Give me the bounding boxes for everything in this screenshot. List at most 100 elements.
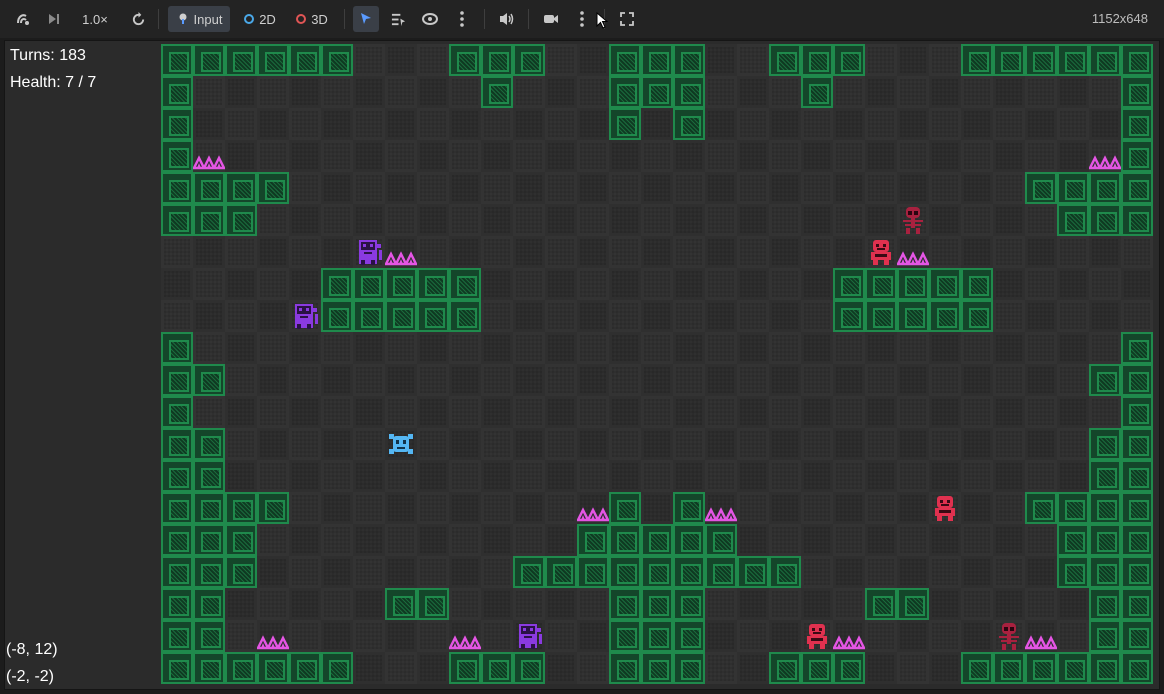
camera-override-icon[interactable] <box>538 6 564 32</box>
floor-tile <box>897 76 929 108</box>
floor-tile <box>289 268 321 300</box>
floor-tile <box>1057 396 1089 428</box>
mode-2d-label: 2D <box>259 11 276 27</box>
floor-tile <box>321 204 353 236</box>
wall-tile <box>289 652 321 684</box>
wall-tile <box>161 76 193 108</box>
floor-tile <box>1089 268 1121 300</box>
more-options-icon[interactable] <box>452 6 472 32</box>
floor-tile <box>609 332 641 364</box>
audio-speaker-icon[interactable] <box>494 6 520 32</box>
wall-tile <box>865 588 897 620</box>
floor-tile <box>833 108 865 140</box>
visibility-eye-icon[interactable] <box>418 6 442 32</box>
floor-tile <box>673 300 705 332</box>
floor-tile <box>193 396 225 428</box>
list-select-icon[interactable] <box>386 6 410 32</box>
floor-tile <box>353 364 385 396</box>
floor-tile <box>993 396 1025 428</box>
wall-tile <box>1121 652 1153 684</box>
wall-tile <box>545 556 577 588</box>
floor-tile <box>481 588 513 620</box>
floor-tile <box>577 172 609 204</box>
floor-tile <box>897 428 929 460</box>
fullscreen-icon[interactable] <box>614 6 640 32</box>
floor-tile <box>289 556 321 588</box>
step-frame-icon[interactable] <box>42 6 66 32</box>
floor-tile <box>513 524 545 556</box>
floor-tile <box>705 588 737 620</box>
floor-tile <box>609 172 641 204</box>
floor-tile <box>801 300 833 332</box>
floor-tile <box>769 396 801 428</box>
floor-tile <box>1121 268 1153 300</box>
floor-tile <box>737 204 769 236</box>
floor-tile <box>897 332 929 364</box>
wall-tile <box>225 172 257 204</box>
wall-tile <box>833 268 865 300</box>
floor-tile <box>193 76 225 108</box>
floor-tile <box>161 300 193 332</box>
floor-tile <box>1025 108 1057 140</box>
floor-tile <box>545 44 577 76</box>
game-board[interactable] <box>161 44 1153 684</box>
floor-tile <box>769 204 801 236</box>
floor-tile <box>865 556 897 588</box>
floor-tile <box>385 364 417 396</box>
mode-2d-button[interactable]: 2D <box>238 6 282 32</box>
floor-tile <box>513 428 545 460</box>
floor-tile <box>289 172 321 204</box>
floor-tile <box>801 108 833 140</box>
spike-trap-icon <box>191 140 227 172</box>
mode-3d-button[interactable]: 3D <box>290 6 334 32</box>
floor-tile <box>705 108 737 140</box>
floor-tile <box>513 236 545 268</box>
floor-tile <box>737 44 769 76</box>
wall-tile <box>161 428 193 460</box>
floor-tile <box>641 332 673 364</box>
wall-tile <box>1121 76 1153 108</box>
floor-tile <box>993 76 1025 108</box>
cursor-coordinate: (-8, 12) <box>6 641 58 658</box>
floor-tile <box>897 492 929 524</box>
wall-tile <box>1121 492 1153 524</box>
remote-debug-icon[interactable] <box>10 6 36 32</box>
floor-tile <box>993 364 1025 396</box>
floor-tile <box>449 172 481 204</box>
spike-trap-icon <box>575 492 611 524</box>
floor-tile <box>321 492 353 524</box>
wall-tile <box>1025 44 1057 76</box>
input-toggle-button[interactable]: Input <box>168 6 230 32</box>
wall-tile <box>865 300 897 332</box>
floor-tile <box>385 172 417 204</box>
floor-tile <box>993 140 1025 172</box>
floor-tile <box>673 268 705 300</box>
speed-button[interactable]: 1.0× <box>76 6 114 32</box>
floor-tile <box>833 556 865 588</box>
wall-tile <box>1121 396 1153 428</box>
floor-tile <box>417 172 449 204</box>
floor-tile <box>737 620 769 652</box>
floor-tile <box>961 364 993 396</box>
floor-tile <box>801 492 833 524</box>
wall-tile <box>673 76 705 108</box>
floor-tile <box>289 620 321 652</box>
floor-tile <box>289 428 321 460</box>
floor-tile <box>577 204 609 236</box>
wall-tile <box>513 44 545 76</box>
floor-tile <box>385 492 417 524</box>
floor-tile <box>993 300 1025 332</box>
wall-tile <box>193 44 225 76</box>
wall-tile <box>193 172 225 204</box>
floor-tile <box>1057 332 1089 364</box>
floor-tile <box>865 460 897 492</box>
reset-speed-icon[interactable] <box>126 6 150 32</box>
wall-tile <box>449 44 481 76</box>
floor-tile <box>609 300 641 332</box>
floor-tile <box>929 140 961 172</box>
spike-trap-icon <box>255 620 291 652</box>
select-tool-button[interactable] <box>353 6 379 32</box>
camera-options-icon[interactable] <box>572 6 592 32</box>
wall-tile <box>1057 524 1089 556</box>
wall-tile <box>609 76 641 108</box>
